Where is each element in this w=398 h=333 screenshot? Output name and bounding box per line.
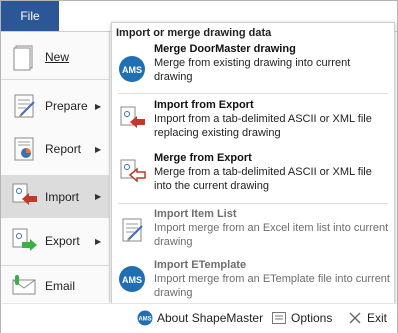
svg-text:AMS: AMS <box>122 65 142 75</box>
file-tab[interactable]: File <box>1 1 59 31</box>
item-list-icon <box>122 218 143 242</box>
submenu-divider <box>118 203 388 204</box>
ams-logo-icon: AMS <box>119 56 145 82</box>
backstage-footer: AMS About ShapeMaster Options Exit <box>1 303 397 333</box>
chevron-right-icon: ▶ <box>95 192 102 201</box>
menu-item-label: New <box>45 50 70 64</box>
submenu-item-title: Import ETemplate <box>154 259 247 271</box>
submenu-item-description: Import merge from an Excel item list int… <box>154 222 389 248</box>
chevron-right-icon: ▶ <box>95 236 102 246</box>
email-icon <box>12 275 36 295</box>
menu-item-label: Import <box>45 189 80 204</box>
report-icon <box>14 137 34 161</box>
menu-item-label: Export <box>45 234 80 248</box>
close-icon <box>349 312 361 324</box>
exit-label: Exit <box>367 311 388 325</box>
menu-item-prepare[interactable]: Prepare ▶ <box>1 88 109 124</box>
submenu-item-description: Merge from a tab-delimited ASCII or XML … <box>154 166 372 192</box>
submenu-item-title: Import Item List <box>154 208 237 220</box>
merge-from-export-icon <box>120 159 146 183</box>
about-button[interactable]: AMS About ShapeMaster <box>137 310 263 326</box>
chevron-right-icon: ▶ <box>95 101 102 111</box>
submenu-item-merge-doormaster[interactable]: AMS Merge DoorMaster drawing Merge from … <box>112 43 394 87</box>
menu-divider <box>1 79 109 80</box>
submenu-item-import-etemplate[interactable]: AMS Import ETemplate Import merge from a… <box>112 259 394 301</box>
export-icon <box>12 228 37 251</box>
svg-text:AMS: AMS <box>138 317 151 323</box>
options-icon <box>272 312 286 324</box>
import-icon <box>12 183 37 205</box>
menu-item-email[interactable]: Email <box>1 270 109 302</box>
ams-logo-icon: AMS <box>119 266 145 292</box>
menu-item-report[interactable]: Report ▶ <box>1 131 109 167</box>
options-button[interactable]: Options <box>271 310 332 326</box>
about-label: About ShapeMaster <box>157 311 264 325</box>
prepare-icon <box>14 94 35 118</box>
file-backstage-window: File New Prepare ▶ Report ▶ Import ▶ Exp… <box>0 0 398 333</box>
submenu-item-description: Import from a tab-delimited ASCII or XML… <box>154 113 372 139</box>
menu-item-import[interactable]: Import ▶ <box>1 175 109 218</box>
menu-item-label: Email <box>45 279 76 293</box>
submenu-item-description: Import merge from an ETemplate file into… <box>154 273 390 299</box>
submenu-item-title: Merge from Export <box>154 152 252 164</box>
menu-item-export[interactable]: Export ▶ <box>1 221 109 261</box>
menu-item-label: Prepare <box>45 99 88 113</box>
exit-button[interactable]: Exit <box>347 310 387 326</box>
ams-logo-icon: AMS <box>137 310 153 326</box>
import-submenu-panel: Import or merge drawing data AMS Merge D… <box>111 22 395 304</box>
submenu-item-title: Import from Export <box>154 99 254 111</box>
submenu-item-title: Merge DoorMaster drawing <box>154 43 296 55</box>
options-label: Options <box>291 311 333 325</box>
chevron-right-icon: ▶ <box>95 144 102 154</box>
backstage-left-menu: New Prepare ▶ Report ▶ Import ▶ Export ▶… <box>1 32 110 302</box>
submenu-header: Import or merge drawing data <box>116 27 272 39</box>
submenu-item-import-item-list[interactable]: Import Item List Import merge from an Ex… <box>112 208 394 254</box>
svg-text:AMS: AMS <box>122 275 142 285</box>
file-tab-label: File <box>20 9 40 23</box>
submenu-item-merge-from-export[interactable]: Merge from Export Merge from a tab-delim… <box>112 152 394 198</box>
submenu-item-import-from-export[interactable]: Import from Export Import from a tab-del… <box>112 99 394 147</box>
submenu-divider <box>118 93 388 94</box>
menu-item-label: Report <box>45 142 82 156</box>
new-drawing-icon <box>13 45 33 71</box>
submenu-item-description: Merge from existing drawing into current… <box>154 57 351 83</box>
menu-divider <box>1 265 109 266</box>
menu-item-new[interactable]: New <box>1 39 109 75</box>
import-from-export-icon <box>120 106 145 128</box>
